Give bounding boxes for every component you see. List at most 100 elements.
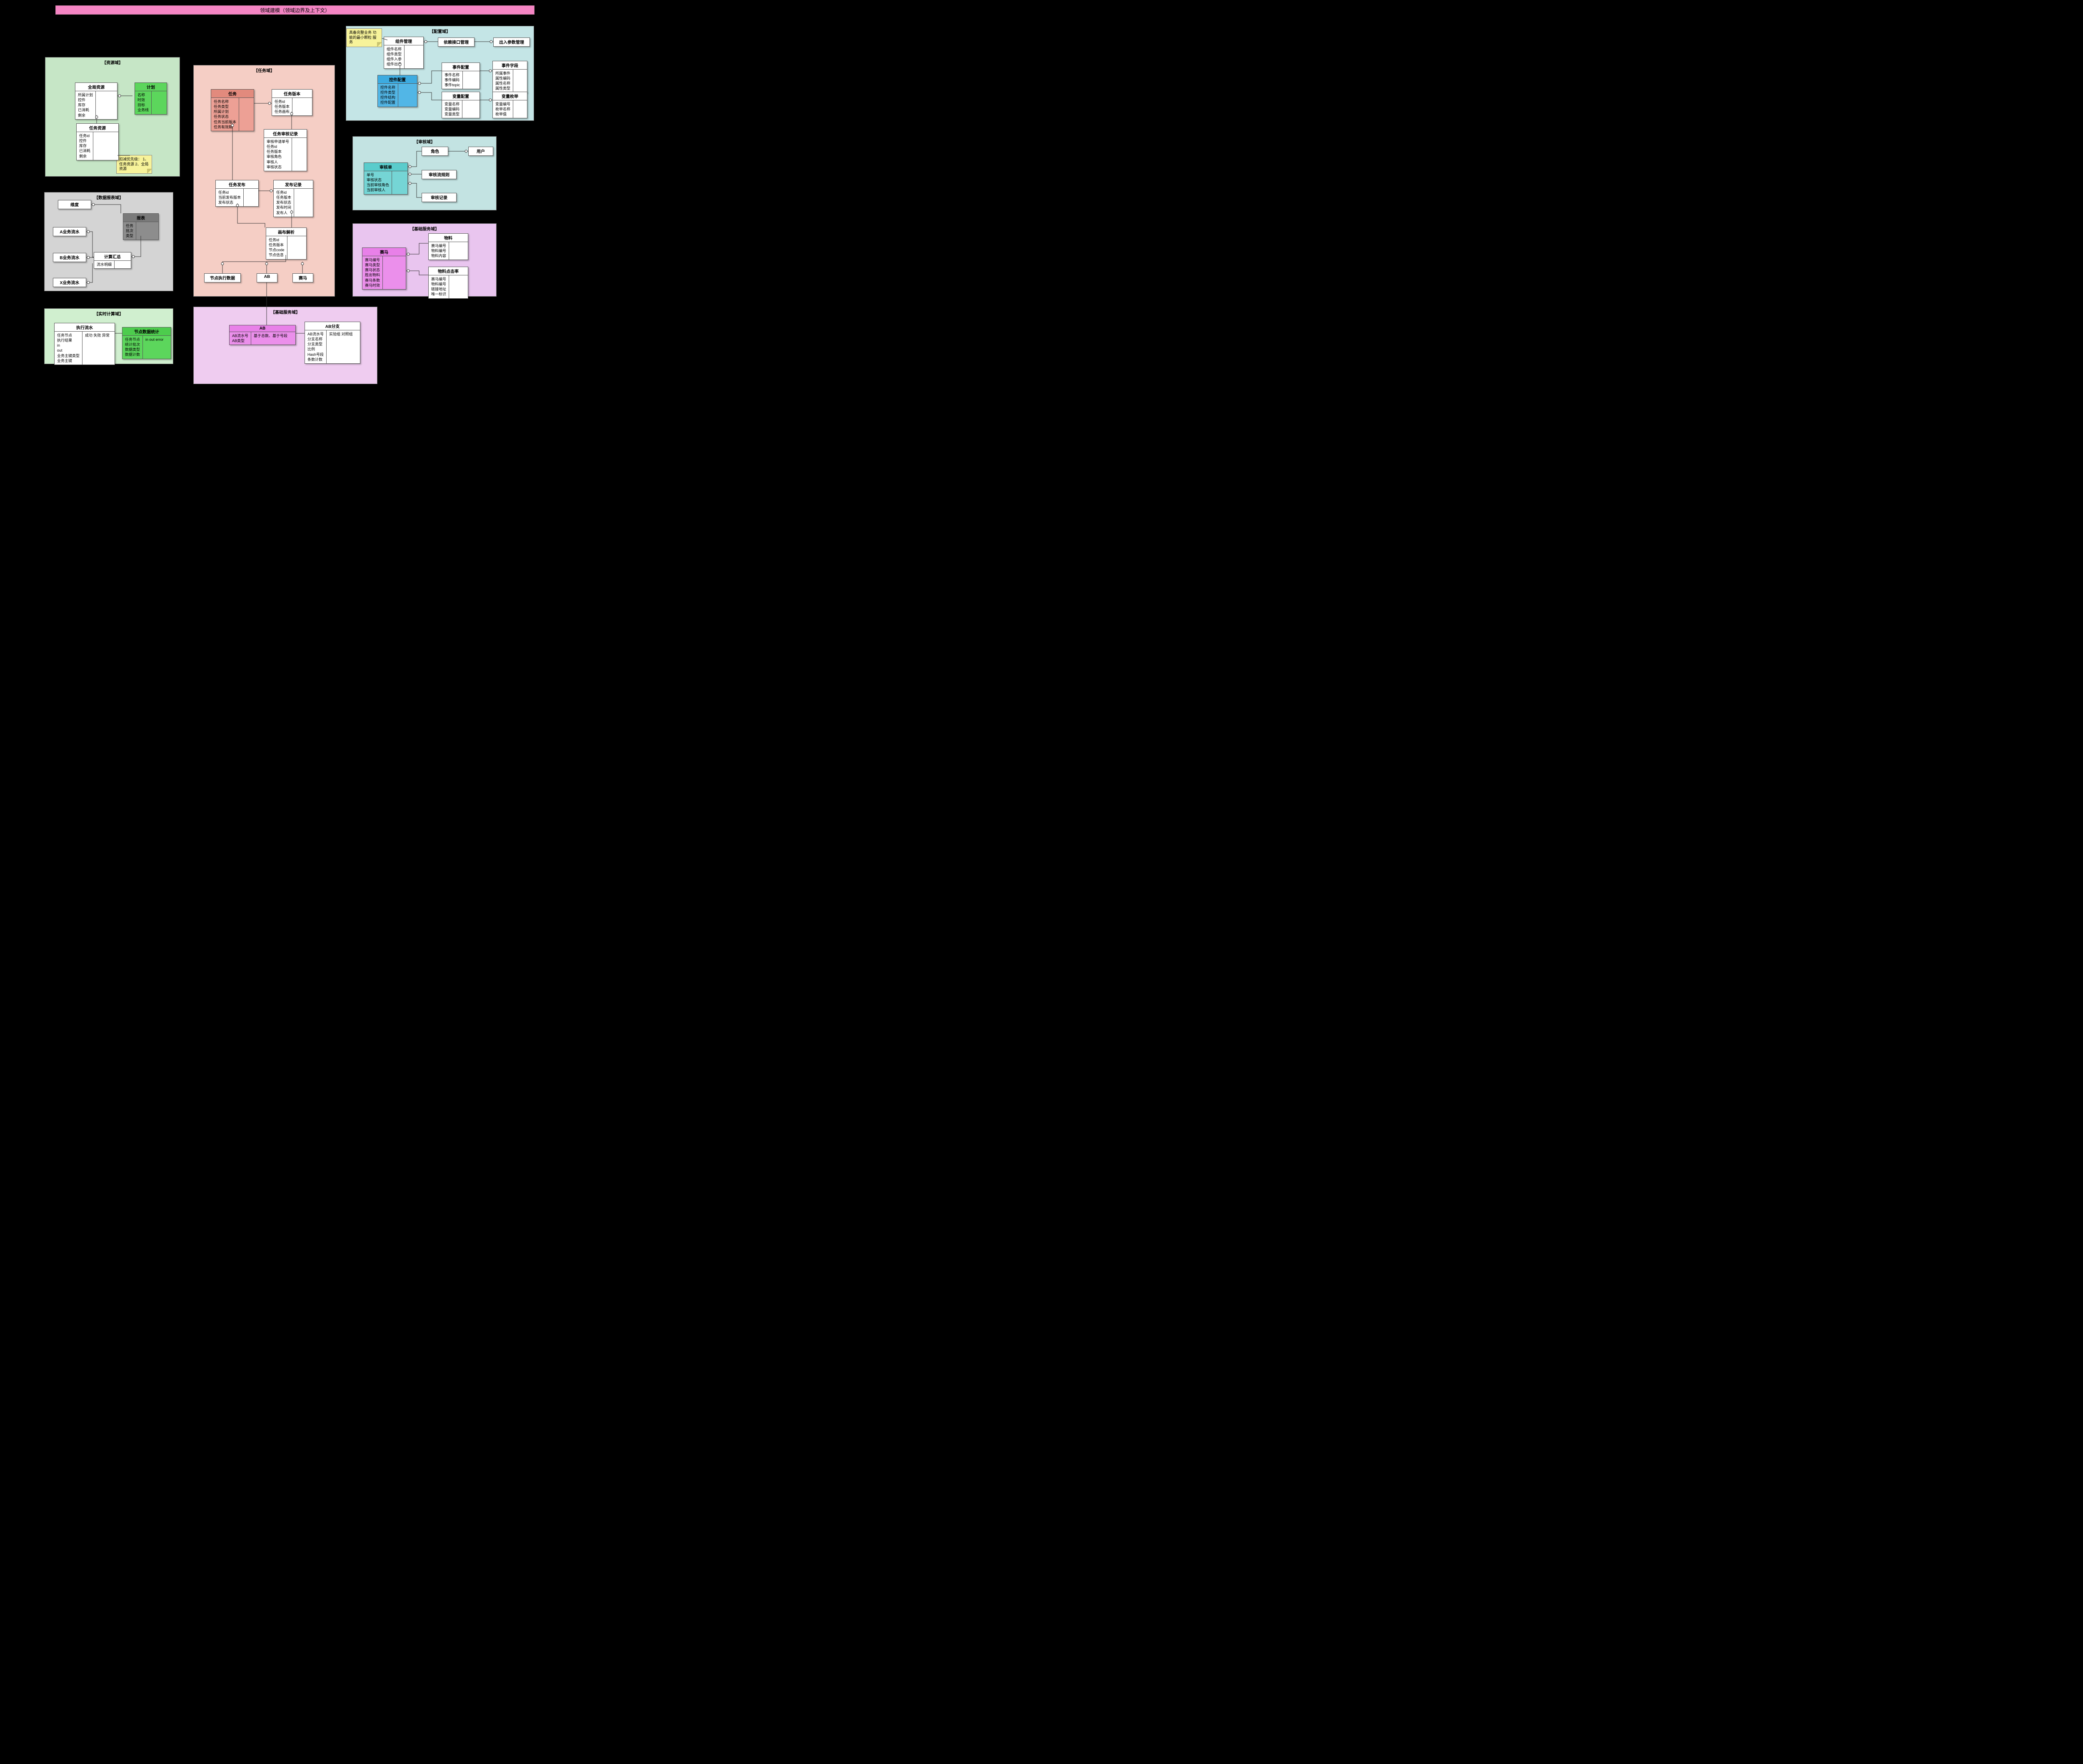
entity-dep-interface: 依赖接口管理 (438, 37, 475, 47)
entity-title: 节点执行数据 (205, 274, 240, 282)
entity-attrs: 任务id任务版本发布状态发布时间发布人 (274, 189, 294, 217)
entity-global-resource: 全局资源 所属计划控件库存已消耗剩余 (75, 82, 117, 120)
entity-title: 审核记录 (422, 193, 456, 201)
entity-title: 用户 (469, 147, 493, 155)
entity-ab-branch: AB分支 AB流水号分支名称分支类型比例Hash号段条数计数 实验组 对照组 (305, 322, 360, 364)
domain-title: 【基础服务域】 (353, 225, 496, 232)
entity-attrs: 变量编号枚举名称枚举值 (493, 100, 513, 118)
entity-title: AB (230, 325, 295, 332)
entity-io-param: 出入参数管理 (493, 37, 530, 47)
entity-task-version: 任务版本 任务id任务版本任务画布 (272, 89, 312, 116)
entity-event-field: 事件字段 所属事件属性编码属性名称属性类型 (492, 61, 527, 93)
entity-attrs: AB流水号分支名称分支类型比例Hash号段条数计数 (305, 330, 326, 363)
entity-title: 依赖接口管理 (438, 38, 474, 46)
note-dedup-priority: 扣减优先级： 1、任务资源 2、全局资源 (116, 155, 152, 174)
entity-publish-record: 发布记录 任务id任务版本发布状态发布时间发布人 (273, 180, 313, 217)
entity-attrs: 任务id当前发布版本发布状态 (216, 189, 243, 206)
entity-attrs: AB流水号AB类型 (230, 332, 251, 345)
entity-side: 成功 失败 异常 (82, 332, 115, 365)
entity-title: 发布记录 (274, 180, 313, 189)
entity-title: 物料点击率 (429, 267, 468, 275)
entity-ctr: 物料点击率 赛马编号物料编号链接地址唯一标识 (428, 267, 468, 299)
entity-node-stat: 节点数据统计 任务节点统计批次数据类型数据计数 in out error (122, 327, 171, 359)
entity-review-record: 审核记录 (422, 193, 457, 202)
entity-dimension: 维度 (58, 200, 91, 209)
entity-review-rule: 审核流规则 (422, 170, 457, 179)
entity-var-enum: 变量枚举 变量编号枚举名称枚举值 (492, 92, 527, 118)
entity-title: B业务流水 (53, 253, 86, 261)
entity-flow-x: X业务流水 (53, 278, 86, 287)
entity-title: 角色 (422, 147, 448, 155)
entity-review: 审核单 单号审核状态当前审核角色当前审核人 (364, 162, 408, 195)
entity-ab: AB (257, 273, 277, 282)
entity-attrs: 变量名称变量编码变量类型 (442, 100, 462, 118)
entity-attrs: 任务名称任务类型所属计划任务状态任务当前版本任务有效期 (211, 98, 239, 131)
entity-title: A业务流水 (53, 227, 86, 235)
entity-title: 控件配置 (378, 75, 417, 84)
entity-title: 计算汇总 (94, 252, 131, 261)
entity-task-resource: 任务资源 任务id控件库存已消耗剩余 (76, 123, 119, 160)
entity-title: 赛马 (293, 274, 313, 282)
entity-title: 任务 (211, 90, 254, 98)
entity-ab-main: AB AB流水号AB类型 基于总数、基于号段 (229, 325, 296, 345)
entity-title: 赛马 (362, 248, 406, 256)
entity-title: 任务版本 (272, 90, 312, 98)
entity-title: 全局资源 (75, 83, 117, 91)
entity-title: 事件字段 (493, 61, 527, 70)
entity-attrs: 组件名称组件类型组件入参组件出参 (384, 45, 404, 68)
entity-attrs: 赛马编号物料编号物料内容 (429, 242, 449, 260)
entity-attrs: 所属事件属性编码属性名称属性类型 (493, 70, 513, 92)
entity-var-config: 变量配置 变量名称变量编码变量类型 (442, 92, 480, 118)
entity-title: 计划 (135, 83, 167, 91)
entity-exec-flow: 执行流水 任务节点执行结果inout业务主键类型业务主键 成功 失败 异常 (54, 323, 115, 365)
entity-attrs: 任务批次类型 (123, 222, 136, 240)
entity-attrs: 任务id任务版本节点code节点信息 (266, 236, 287, 259)
entity-material: 物料 赛马编号物料编号物料内容 (428, 233, 468, 260)
entity-title: 审核单 (364, 163, 407, 171)
entity-attrs: 任务节点统计批次数据类型数据计数 (122, 336, 142, 359)
entity-title: 变量配置 (442, 92, 480, 100)
entity-attrs: 控件名称控件类型控件结构控件配置 (378, 84, 398, 107)
entity-title: 节点数据统计 (122, 327, 171, 336)
entity-title: 任务发布 (216, 180, 258, 189)
entity-control-config: 控件配置 控件名称控件类型控件结构控件配置 (377, 75, 417, 107)
entity-attrs: 赛马编号赛马类型赛马状态胜出物料赛马条数赛马时效 (362, 256, 382, 289)
entity-flow-a: A业务流水 (53, 227, 86, 236)
entity-title: 事件配置 (442, 63, 480, 71)
entity-side: 基于总数、基于号段 (251, 332, 295, 345)
entity-canvas: 画布解析 任务id任务版本节点code节点信息 (266, 227, 307, 260)
entity-attrs: 任务id控件库存已消耗剩余 (77, 132, 93, 160)
note-component-service: 具备完整业务 功能的最小颗粒 服务 (346, 28, 382, 47)
domain-title: 【审核域】 (353, 138, 496, 145)
entity-title: 执行流水 (55, 323, 115, 332)
entity-title: 任务审核记录 (264, 130, 307, 138)
entity-user: 用户 (468, 147, 493, 156)
entity-side: in out error (142, 336, 171, 359)
entity-title: 维度 (58, 200, 91, 208)
entity-title: 物料 (429, 234, 468, 242)
entity-attrs: 任务节点执行结果inout业务主键类型业务主键 (55, 332, 82, 365)
entity-title: 审核流规则 (422, 170, 456, 178)
entity-title: 变量枚举 (493, 92, 527, 100)
diagram-canvas: 领域建模（领域边界及上下文） 【资源域】 【数据报表域】 【实时计算域】 【任务… (0, 0, 559, 395)
domain-title: 【实时计算域】 (45, 310, 173, 317)
entity-title: 出入参数管理 (494, 38, 529, 46)
entity-component: 组件管理 组件名称组件类型组件入参组件出参 (384, 37, 424, 69)
entity-attrs: 单号审核状态当前审核角色当前审核人 (364, 171, 392, 194)
entity-attrs: 审核申请单号任务id任务版本审核角色审核人审核状态 (264, 138, 292, 171)
entity-title: 任务资源 (77, 124, 118, 132)
entity-title: AB (257, 274, 277, 280)
entity-title: AB分支 (305, 322, 360, 330)
entity-horse: 赛马 (292, 273, 313, 282)
entity-task-publish: 任务发布 任务id当前发布版本发布状态 (215, 180, 259, 207)
entity-attrs: 流水明细 (94, 261, 114, 268)
entity-title: X业务流水 (53, 278, 86, 286)
domain-title: 【资源域】 (45, 59, 180, 65)
entity-attrs: 事件名称事件编码事件topic (442, 71, 462, 89)
entity-event-config: 事件配置 事件名称事件编码事件topic (442, 62, 480, 89)
entity-role: 角色 (422, 147, 448, 156)
domain-title: 【基础服务域】 (194, 309, 377, 315)
entity-title: 画布解析 (266, 228, 306, 236)
entity-report: 报表 任务批次类型 (123, 213, 159, 240)
entity-side: 实验组 对照组 (326, 330, 360, 363)
